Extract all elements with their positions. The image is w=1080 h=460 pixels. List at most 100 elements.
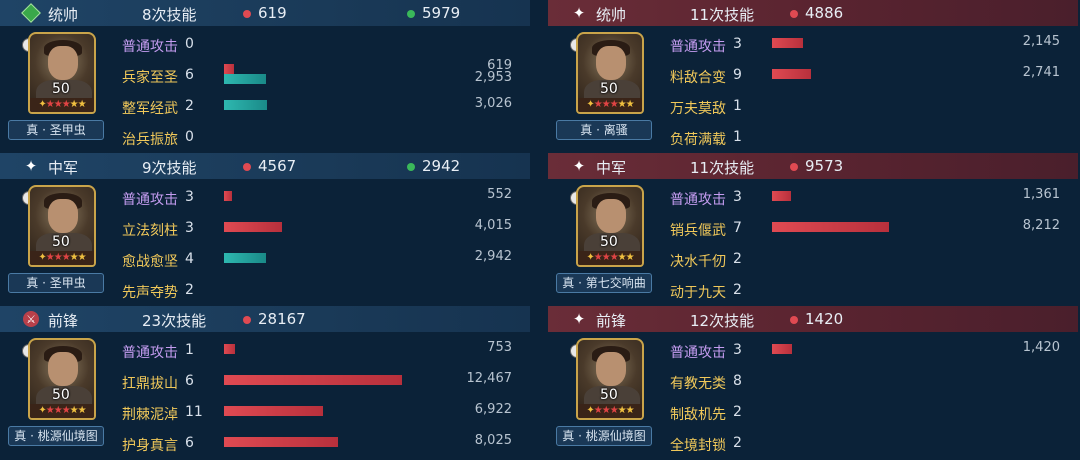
skill-row[interactable]: 普通攻击 3 2,145 <box>670 30 1065 58</box>
skill-bar-damage <box>772 344 792 354</box>
skill-row[interactable]: 全境封锁 2 <box>670 429 1065 457</box>
skill-name: 护身真言 <box>122 438 178 454</box>
skill-name: 普通攻击 <box>122 39 178 55</box>
skill-cast-count: 11 <box>185 404 203 420</box>
skill-cast-count: 6 <box>185 435 194 451</box>
skill-row[interactable]: 先声夺势 2 <box>122 276 517 304</box>
skill-row[interactable]: 整军经武 2 3,026 <box>122 92 517 120</box>
skill-bar-damage <box>772 222 889 232</box>
skill-name: 立法刻柱 <box>122 223 178 239</box>
hero-header: 统帅 8次技能 619 5979 <box>0 0 530 26</box>
skill-cast-count: 3 <box>733 189 742 205</box>
skill-name: 制敌机先 <box>670 407 726 423</box>
damage-dot-icon <box>790 163 798 171</box>
hero-header: ⚔ 前锋 23次技能 28167 <box>0 306 530 332</box>
hero-header: ✦ 前锋 12次技能 1420 <box>548 306 1078 332</box>
star-rating: ✦★★★★★ <box>30 98 94 112</box>
hero-portrait[interactable]: 50 ✦★★★★★ <box>570 32 650 118</box>
star-rating: ✦★★★★★ <box>578 251 642 265</box>
skill-row[interactable]: 兵家至圣 6 619 2,953 <box>122 58 517 89</box>
skill-name: 料敌合变 <box>670 70 726 86</box>
skill-row[interactable]: 负荷满载 1 <box>670 123 1065 151</box>
skill-cast-count: 6 <box>185 373 194 389</box>
skill-value: 6,922 <box>474 402 512 417</box>
damage-total: 9573 <box>805 157 844 175</box>
skill-bar-heal <box>224 100 267 110</box>
skill-row[interactable]: 扛鼎拔山 6 12,467 <box>122 367 517 395</box>
skill-value: 1,361 <box>1022 187 1060 202</box>
hero-tag: 真 · 第七交响曲 <box>556 273 652 293</box>
left-team-panel: 统帅 8次技能 619 5979 50 ✦★★★★★ 真 · 圣甲虫 普通攻击 … <box>0 0 530 460</box>
spark-icon: ✦ <box>572 157 586 175</box>
damage-dot-icon <box>790 316 798 324</box>
hero-portrait[interactable]: 50 ✦★★★★★ <box>570 185 650 271</box>
skill-row[interactable]: 普通攻击 3 1,420 <box>670 336 1065 364</box>
diamond-icon <box>21 3 41 23</box>
avatar: 50 ✦★★★★★ <box>28 338 96 420</box>
skill-name: 普通攻击 <box>670 345 726 361</box>
skill-bar-damage <box>772 191 791 201</box>
skill-row[interactable]: 普通攻击 0 <box>122 30 517 58</box>
star-rating: ✦★★★★★ <box>578 98 642 112</box>
skill-row[interactable]: 普通攻击 3 1,361 <box>670 183 1065 211</box>
skill-value: 8,212 <box>1022 218 1060 233</box>
heal-total: 2942 <box>422 157 461 175</box>
skill-bar-damage <box>224 344 235 354</box>
skill-bar-damage <box>224 64 234 74</box>
hero-portrait[interactable]: 50 ✦★★★★★ <box>22 32 102 118</box>
hero-portrait[interactable]: 50 ✦★★★★★ <box>570 338 650 424</box>
hero-block-3: ✦ 前锋 12次技能 1420 50 ✦★★★★★ 真 · 桃源仙境图 普通攻击… <box>548 306 1078 458</box>
skill-row[interactable]: 销兵偃武 7 8,212 <box>670 214 1065 242</box>
hero-tag: 真 · 桃源仙境图 <box>8 426 104 446</box>
hero-portrait[interactable]: 50 ✦★★★★★ <box>22 338 102 424</box>
skill-row[interactable]: 护身真言 6 8,025 <box>122 429 517 457</box>
skill-row[interactable]: 普通攻击 1 753 <box>122 336 517 364</box>
skill-row[interactable]: 愈战愈坚 4 2,942 <box>122 245 517 273</box>
skill-cast-count: 6 <box>185 67 194 83</box>
skill-row[interactable]: 万夫莫敌 1 <box>670 92 1065 120</box>
sword-icon: ⚔ <box>22 310 40 328</box>
skill-cast-count: 2 <box>733 282 742 298</box>
skill-name: 先声夺势 <box>122 285 178 301</box>
spark-icon: ✦ <box>572 4 586 22</box>
skill-bar-heal <box>224 74 266 84</box>
skill-count: 8次技能 <box>142 6 197 24</box>
skill-bar-damage <box>224 375 402 385</box>
hero-portrait[interactable]: 50 ✦★★★★★ <box>22 185 102 271</box>
skill-row[interactable]: 料敌合变 9 2,741 <box>670 61 1065 89</box>
skill-name: 负荷满载 <box>670 132 726 148</box>
avatar: 50 ✦★★★★★ <box>28 185 96 267</box>
skill-value: 2,145 <box>1022 34 1060 49</box>
skill-value: 753 <box>487 340 512 355</box>
skill-cast-count: 3 <box>733 342 742 358</box>
skill-row[interactable]: 普通攻击 3 552 <box>122 183 517 211</box>
heal-dot-icon <box>407 10 415 18</box>
skill-name: 愈战愈坚 <box>122 254 178 270</box>
spark-icon: ✦ <box>24 157 38 175</box>
hero-level: 50 <box>600 234 618 250</box>
skill-row[interactable]: 立法刻柱 3 4,015 <box>122 214 517 242</box>
skill-row[interactable]: 决水千仞 2 <box>670 245 1065 273</box>
skill-cast-count: 1 <box>185 342 194 358</box>
hero-level: 50 <box>52 234 70 250</box>
skill-bar-damage <box>224 222 282 232</box>
skill-count: 11次技能 <box>690 159 755 177</box>
skill-row[interactable]: 荆棘泥淖 11 6,922 <box>122 398 517 426</box>
avatar: 50 ✦★★★★★ <box>576 338 644 420</box>
skill-row[interactable]: 动于九天 2 <box>670 276 1065 304</box>
skill-count: 23次技能 <box>142 312 207 330</box>
star-rating: ✦★★★★★ <box>30 404 94 418</box>
skill-cast-count: 2 <box>185 98 194 114</box>
skill-row[interactable]: 治兵振旅 0 <box>122 123 517 151</box>
skill-value: 3,026 <box>474 96 512 111</box>
hero-header: ✦ 中军 9次技能 4567 2942 <box>0 153 530 179</box>
skill-cast-count: 4 <box>185 251 194 267</box>
skill-name: 普通攻击 <box>122 345 178 361</box>
skill-cast-count: 1 <box>733 98 742 114</box>
skill-row[interactable]: 有教无类 8 <box>670 367 1065 395</box>
role-name: 中军 <box>596 159 627 177</box>
skill-row[interactable]: 制敌机先 2 <box>670 398 1065 426</box>
hero-level: 50 <box>52 81 70 97</box>
hero-level: 50 <box>600 81 618 97</box>
skill-count: 9次技能 <box>142 159 197 177</box>
